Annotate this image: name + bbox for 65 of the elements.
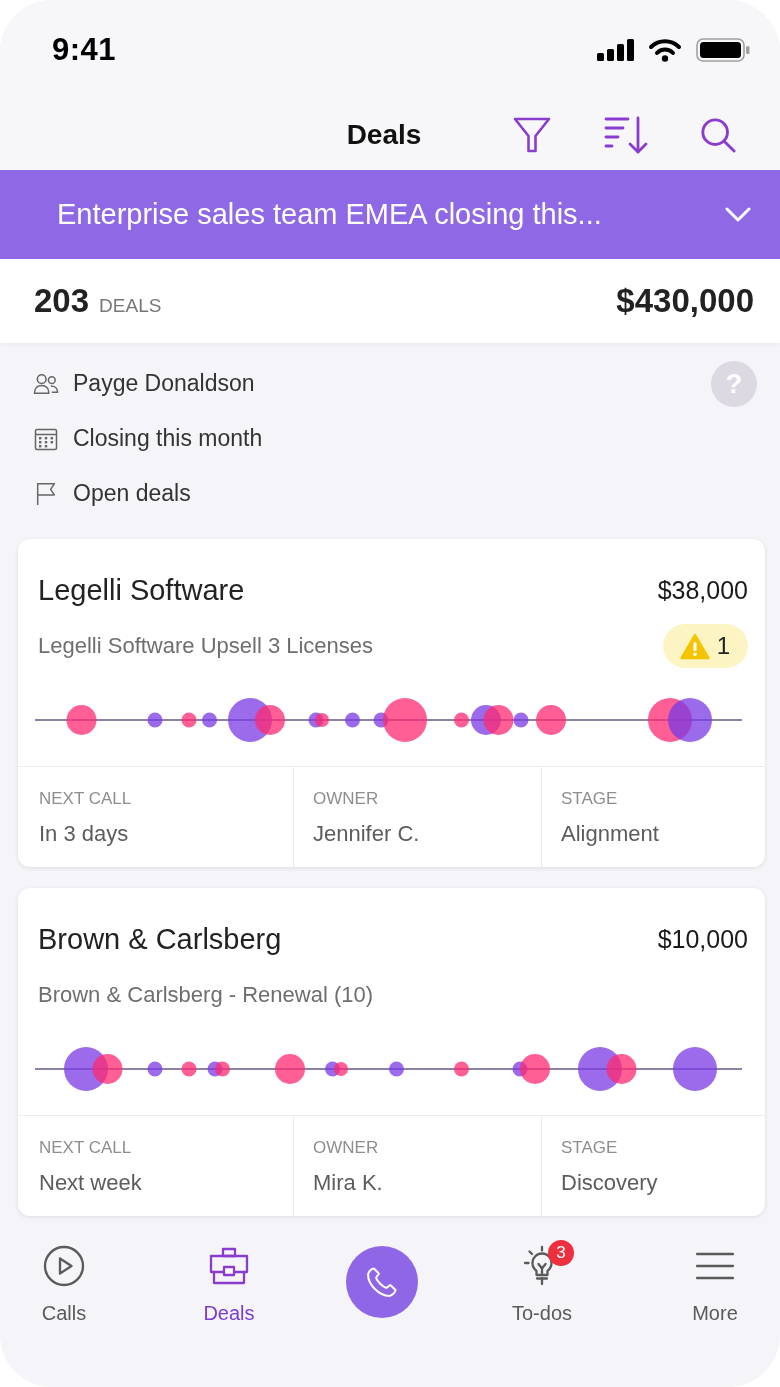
filter-text: Closing this month <box>73 425 263 452</box>
warning-icon <box>679 632 710 660</box>
nav-tab[interactable]: Calls <box>37 1216 91 1325</box>
activity-bubble <box>334 1062 348 1076</box>
company-name: Brown & Carlsberg <box>38 922 282 956</box>
total-amount: $430,000 <box>616 282 754 320</box>
activity-bubble <box>147 1061 163 1077</box>
notification-badge: 3 <box>548 1240 574 1266</box>
activity-bubble <box>215 1061 230 1077</box>
chevron-down-icon <box>725 206 751 223</box>
stat-value: In 3 days <box>39 821 129 847</box>
stat-label: OWNER <box>313 789 379 809</box>
activity-bubble <box>181 1061 197 1077</box>
filter-text: Open deals <box>73 480 191 507</box>
activity-bubble <box>202 712 217 728</box>
stat-value: Next week <box>39 1170 142 1196</box>
menu-icon <box>695 1251 735 1281</box>
deal-card[interactable]: Legelli Software $38,000 Legelli Software Upsell 3 Licenses 1 NEXT CALL In 3 days OWNER Jennifer C. STAGE Alignment <box>18 539 765 867</box>
nav-tab[interactable]: 3 To-dos <box>508 1216 576 1325</box>
activity-bubble <box>315 713 329 727</box>
play-icon <box>43 1245 85 1287</box>
stat-value: Discovery <box>561 1170 658 1196</box>
company-name: Legelli Software <box>38 573 245 607</box>
warning-count: 1 <box>716 632 730 660</box>
activity-bubble <box>147 712 163 728</box>
screen-title: Deals <box>346 119 422 151</box>
activity-bubble <box>275 1054 305 1084</box>
view-selector[interactable]: Enterprise sales team EMEA closing this... <box>0 170 780 259</box>
deal-count: 203 <box>34 282 90 320</box>
stat-value: Mira K. <box>313 1170 383 1196</box>
stat-label: OWNER <box>313 1138 379 1158</box>
sort-icon[interactable] <box>604 115 648 155</box>
activity-bubble <box>181 712 197 728</box>
stat-value: Alignment <box>561 821 659 847</box>
signal-icon <box>597 39 634 61</box>
deal-count-label: DEALS <box>99 295 162 317</box>
stat-label: STAGE <box>561 1138 618 1158</box>
activity-bubble <box>454 712 469 728</box>
stat-value: Jennifer C. <box>313 821 420 847</box>
filter-text: Payge Donaldson <box>73 370 255 397</box>
activity-bubble <box>536 705 566 735</box>
deal-amount: $10,000 <box>657 924 748 954</box>
search-icon[interactable] <box>700 117 736 153</box>
stat-label: NEXT CALL <box>39 1138 132 1158</box>
nav-tab[interactable]: More <box>688 1216 742 1325</box>
activity-bubble <box>673 1047 717 1091</box>
activity-bubble <box>345 712 360 728</box>
people-icon <box>33 371 59 396</box>
activity-bubble <box>668 698 712 742</box>
activity-bubble <box>389 1061 404 1077</box>
filter-icon[interactable] <box>512 115 552 155</box>
deal-name: Brown & Carlsberg - Renewal (10) <box>38 982 374 1008</box>
wifi-icon <box>648 38 682 62</box>
deal-card[interactable]: Brown & Carlsberg $10,000 Brown & Carlsberg - Renewal (10) NEXT CALL Next week OWNER Mira K. STAGE Discovery <box>18 888 765 1216</box>
activity-bubble <box>454 1061 469 1077</box>
deal-name: Legelli Software Upsell 3 Licenses <box>38 633 374 659</box>
battery-icon <box>696 38 750 62</box>
stat-label: STAGE <box>561 789 618 809</box>
status-time: 9:41 <box>52 32 117 68</box>
stat-label: NEXT CALL <box>39 789 132 809</box>
nav-tab[interactable]: Deals <box>199 1216 259 1325</box>
deal-amount: $38,000 <box>657 575 748 605</box>
briefcase-icon <box>209 1247 249 1285</box>
calendar-icon <box>33 426 59 451</box>
activity-bubble <box>66 705 97 735</box>
